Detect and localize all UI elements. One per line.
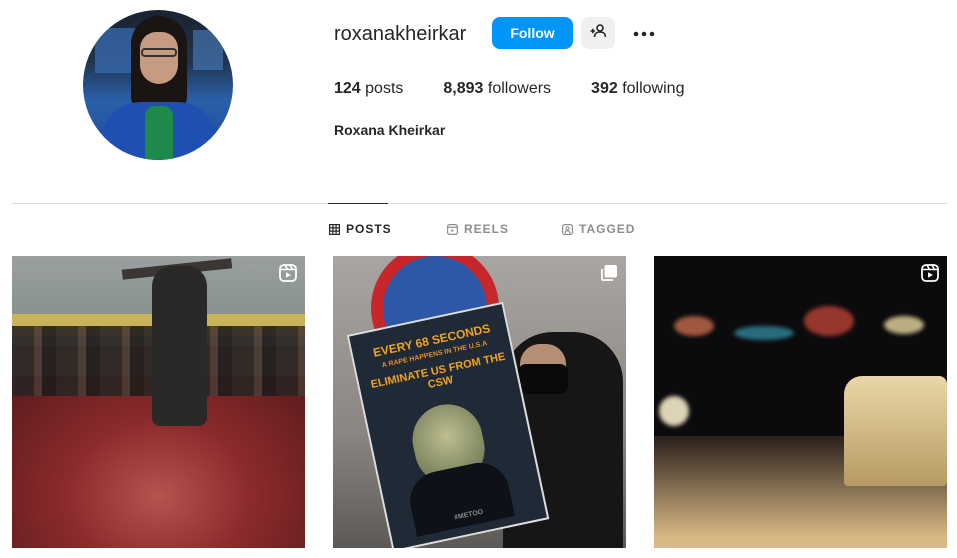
avatar-bg-screen bbox=[95, 28, 135, 73]
tab-posts-label: POSTS bbox=[346, 222, 392, 236]
poster-line-3: ELIMINATE US FROM THE CSW bbox=[369, 350, 507, 392]
tab-reels-label: REELS bbox=[464, 222, 510, 236]
more-options-button[interactable] bbox=[630, 20, 658, 46]
post-thumbnail-3[interactable] bbox=[654, 256, 947, 548]
post-thumbnail-1[interactable] bbox=[12, 256, 305, 548]
grid-icon bbox=[329, 223, 340, 235]
follow-button[interactable]: Follow bbox=[492, 17, 573, 49]
tab-tagged-label: TAGGED bbox=[579, 222, 636, 236]
followers-stat[interactable]: 8,893 followers bbox=[443, 80, 551, 98]
more-icon bbox=[633, 24, 655, 42]
post3-light-2 bbox=[734, 326, 794, 340]
post-thumbnail-2[interactable]: EVERY 68 SECONDS A RAPE HAPPENS IN THE U… bbox=[333, 256, 626, 548]
following-stat[interactable]: 392 following bbox=[591, 80, 684, 98]
tab-reels[interactable]: REELS bbox=[447, 222, 509, 236]
reels-icon bbox=[279, 264, 297, 287]
post3-light-5 bbox=[659, 396, 689, 426]
followers-label: followers bbox=[487, 80, 552, 97]
post3-car bbox=[844, 376, 947, 486]
posts-count: 124 bbox=[334, 80, 361, 97]
suggested-accounts-button[interactable] bbox=[581, 17, 615, 49]
avatar-shirt bbox=[145, 106, 173, 160]
profile-full-name: Roxana Kheirkar bbox=[334, 122, 446, 138]
post3-light-3 bbox=[804, 306, 854, 336]
tab-posts[interactable]: POSTS bbox=[329, 222, 392, 236]
profile-username: roxanakheirkar bbox=[334, 23, 467, 45]
following-label: following bbox=[622, 80, 685, 97]
post1-dancer bbox=[152, 266, 207, 426]
active-tab-indicator bbox=[328, 203, 388, 204]
tagged-icon bbox=[562, 223, 573, 235]
add-person-icon bbox=[590, 23, 607, 43]
post3-light-4 bbox=[884, 316, 924, 334]
avatar-bg-screen-right bbox=[193, 30, 223, 70]
carousel-icon bbox=[600, 264, 618, 287]
posts-stat: 124 posts bbox=[334, 80, 403, 98]
post3-light-1 bbox=[674, 316, 714, 336]
reels-icon bbox=[447, 223, 458, 235]
avatar-glasses bbox=[141, 48, 177, 57]
followers-count: 8,893 bbox=[443, 80, 484, 97]
following-count: 392 bbox=[591, 80, 618, 97]
reels-icon bbox=[921, 264, 939, 287]
profile-avatar[interactable] bbox=[83, 10, 233, 160]
posts-label: posts bbox=[365, 80, 404, 97]
section-divider bbox=[12, 203, 947, 204]
avatar-face bbox=[140, 32, 178, 84]
post2-mask bbox=[518, 364, 568, 394]
tab-tagged[interactable]: TAGGED bbox=[562, 222, 635, 236]
profile-stats: 124 posts 8,893 followers 392 following bbox=[334, 80, 724, 98]
